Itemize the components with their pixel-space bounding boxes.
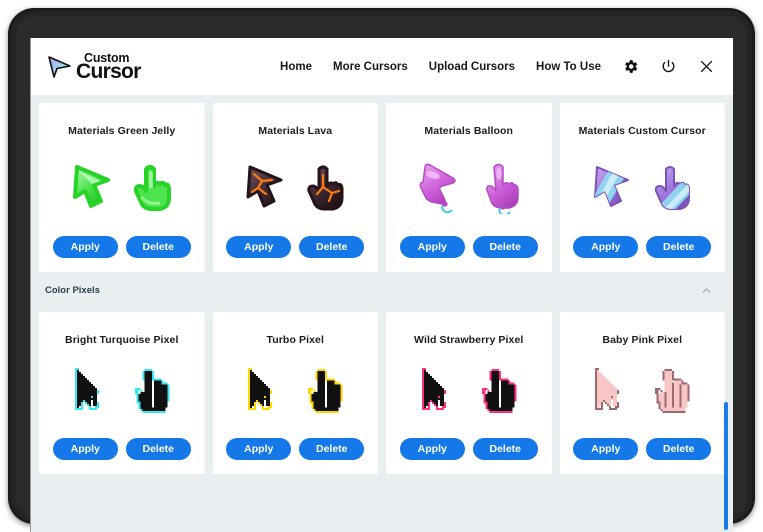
pixel-hand-cursor-icon: [302, 366, 348, 418]
card-title: Materials Custom Cursor: [578, 125, 706, 137]
cursor-card[interactable]: Wild Strawberry Pixel Apply Delete: [386, 312, 552, 474]
jelly-arrow-cursor-icon: [68, 161, 118, 213]
close-icon[interactable]: [698, 58, 715, 75]
apply-button[interactable]: Apply: [52, 438, 118, 460]
app-window: Custom Cursor Home More Cursors Upload C…: [30, 38, 733, 532]
nav-more-cursors[interactable]: More Cursors: [333, 61, 408, 73]
card-actions: Apply Delete: [226, 438, 365, 460]
apply-button[interactable]: Apply: [52, 236, 118, 258]
card-actions: Apply Delete: [399, 438, 538, 460]
card-title: Turbo Pixel: [266, 334, 324, 346]
cursor-preview: [39, 346, 205, 438]
section-title: Color Pixels: [45, 285, 100, 296]
color-pixels-card-row: Bright Turquoise Pixel Apply Delete Turb…: [39, 304, 725, 474]
brand-line-2: Cursor: [76, 60, 141, 84]
pixel-arrow-cursor-icon: [416, 366, 462, 418]
cursor-card[interactable]: Materials Green Jelly Apply Delete: [39, 103, 205, 272]
apply-button[interactable]: Apply: [573, 236, 639, 258]
cursor-card[interactable]: Baby Pink Pixel Apply Delete: [559, 312, 726, 474]
nav-upload-cursors[interactable]: Upload Cursors: [429, 61, 515, 73]
card-actions: Apply Delete: [573, 236, 712, 258]
nav-how-to-use[interactable]: How To Use: [536, 61, 601, 73]
pixel-hand-cursor-icon: [476, 366, 522, 418]
pixel-hand-cursor-icon: [649, 366, 695, 418]
cursor-preview: [386, 137, 552, 236]
cursor-preview: [560, 137, 726, 236]
app-header: Custom Cursor Home More Cursors Upload C…: [31, 38, 733, 95]
apply-button[interactable]: Apply: [226, 438, 292, 460]
card-actions: Apply Delete: [573, 438, 712, 460]
cursor-card[interactable]: Materials Lava Apply Delete: [212, 103, 379, 272]
apply-button[interactable]: Apply: [399, 236, 465, 258]
apply-button[interactable]: Apply: [226, 236, 292, 258]
materials-card-row: Materials Green Jelly Apply Delete Mater…: [39, 95, 725, 272]
cursor-card[interactable]: Materials Custom Cursor Apply Delete: [559, 103, 726, 272]
cursor-card[interactable]: Turbo Pixel Apply Delete: [212, 312, 379, 474]
card-title: Materials Green Jelly: [68, 125, 176, 137]
cursor-card[interactable]: Bright Turquoise Pixel Apply Delete: [39, 312, 205, 474]
gear-icon[interactable]: [622, 58, 639, 75]
delete-button[interactable]: Delete: [299, 236, 365, 258]
pixel-arrow-cursor-icon: [242, 366, 288, 418]
card-title: Materials Balloon: [424, 125, 514, 137]
main-nav: Home More Cursors Upload Cursors How To …: [280, 58, 715, 75]
card-title: Baby Pink Pixel: [602, 334, 683, 346]
card-title: Wild Strawberry Pixel: [414, 334, 524, 346]
balloon-arrow-cursor-icon: [415, 160, 465, 214]
card-title: Bright Turquoise Pixel: [65, 334, 179, 346]
lava-arrow-cursor-icon: [241, 161, 291, 213]
brand-logo[interactable]: Custom Cursor: [45, 51, 141, 84]
card-actions: Apply Delete: [399, 236, 538, 258]
delete-button[interactable]: Delete: [125, 438, 191, 460]
pixel-arrow-cursor-icon: [69, 366, 115, 418]
delete-button[interactable]: Delete: [472, 438, 538, 460]
delete-button[interactable]: Delete: [125, 236, 191, 258]
delete-button[interactable]: Delete: [472, 236, 538, 258]
delete-button[interactable]: Delete: [646, 236, 712, 258]
pixel-arrow-cursor-icon: [589, 366, 635, 418]
power-icon[interactable]: [660, 58, 677, 75]
content-area: Materials Green Jelly Apply Delete Mater…: [31, 95, 733, 532]
cursor-preview: [213, 137, 379, 236]
apply-button[interactable]: Apply: [399, 438, 465, 460]
nav-home[interactable]: Home: [280, 61, 312, 73]
apply-button[interactable]: Apply: [573, 438, 639, 460]
card-title: Materials Lava: [258, 125, 333, 137]
cursor-preview: [386, 346, 552, 438]
custom-arrow-cursor-icon: [588, 161, 638, 213]
section-header-color-pixels[interactable]: Color Pixels: [39, 277, 725, 304]
delete-button[interactable]: Delete: [646, 438, 712, 460]
cursor-preview: [39, 137, 205, 236]
card-actions: Apply Delete: [52, 438, 191, 460]
delete-button[interactable]: Delete: [299, 438, 365, 460]
cursor-preview: [213, 346, 379, 438]
card-actions: Apply Delete: [52, 236, 191, 258]
custom-hand-cursor-icon: [652, 161, 696, 213]
cursor-preview: [560, 346, 726, 438]
jelly-hand-cursor-icon: [132, 161, 176, 213]
cursor-card[interactable]: Materials Balloon Apply Delete: [386, 103, 552, 272]
pixel-hand-cursor-icon: [129, 366, 175, 418]
balloon-hand-cursor-icon: [479, 160, 523, 214]
card-actions: Apply Delete: [226, 236, 365, 258]
cursor-arrow-logo-icon: [45, 54, 75, 80]
chevron-up-icon[interactable]: [700, 284, 713, 297]
lava-hand-cursor-icon: [305, 161, 349, 213]
